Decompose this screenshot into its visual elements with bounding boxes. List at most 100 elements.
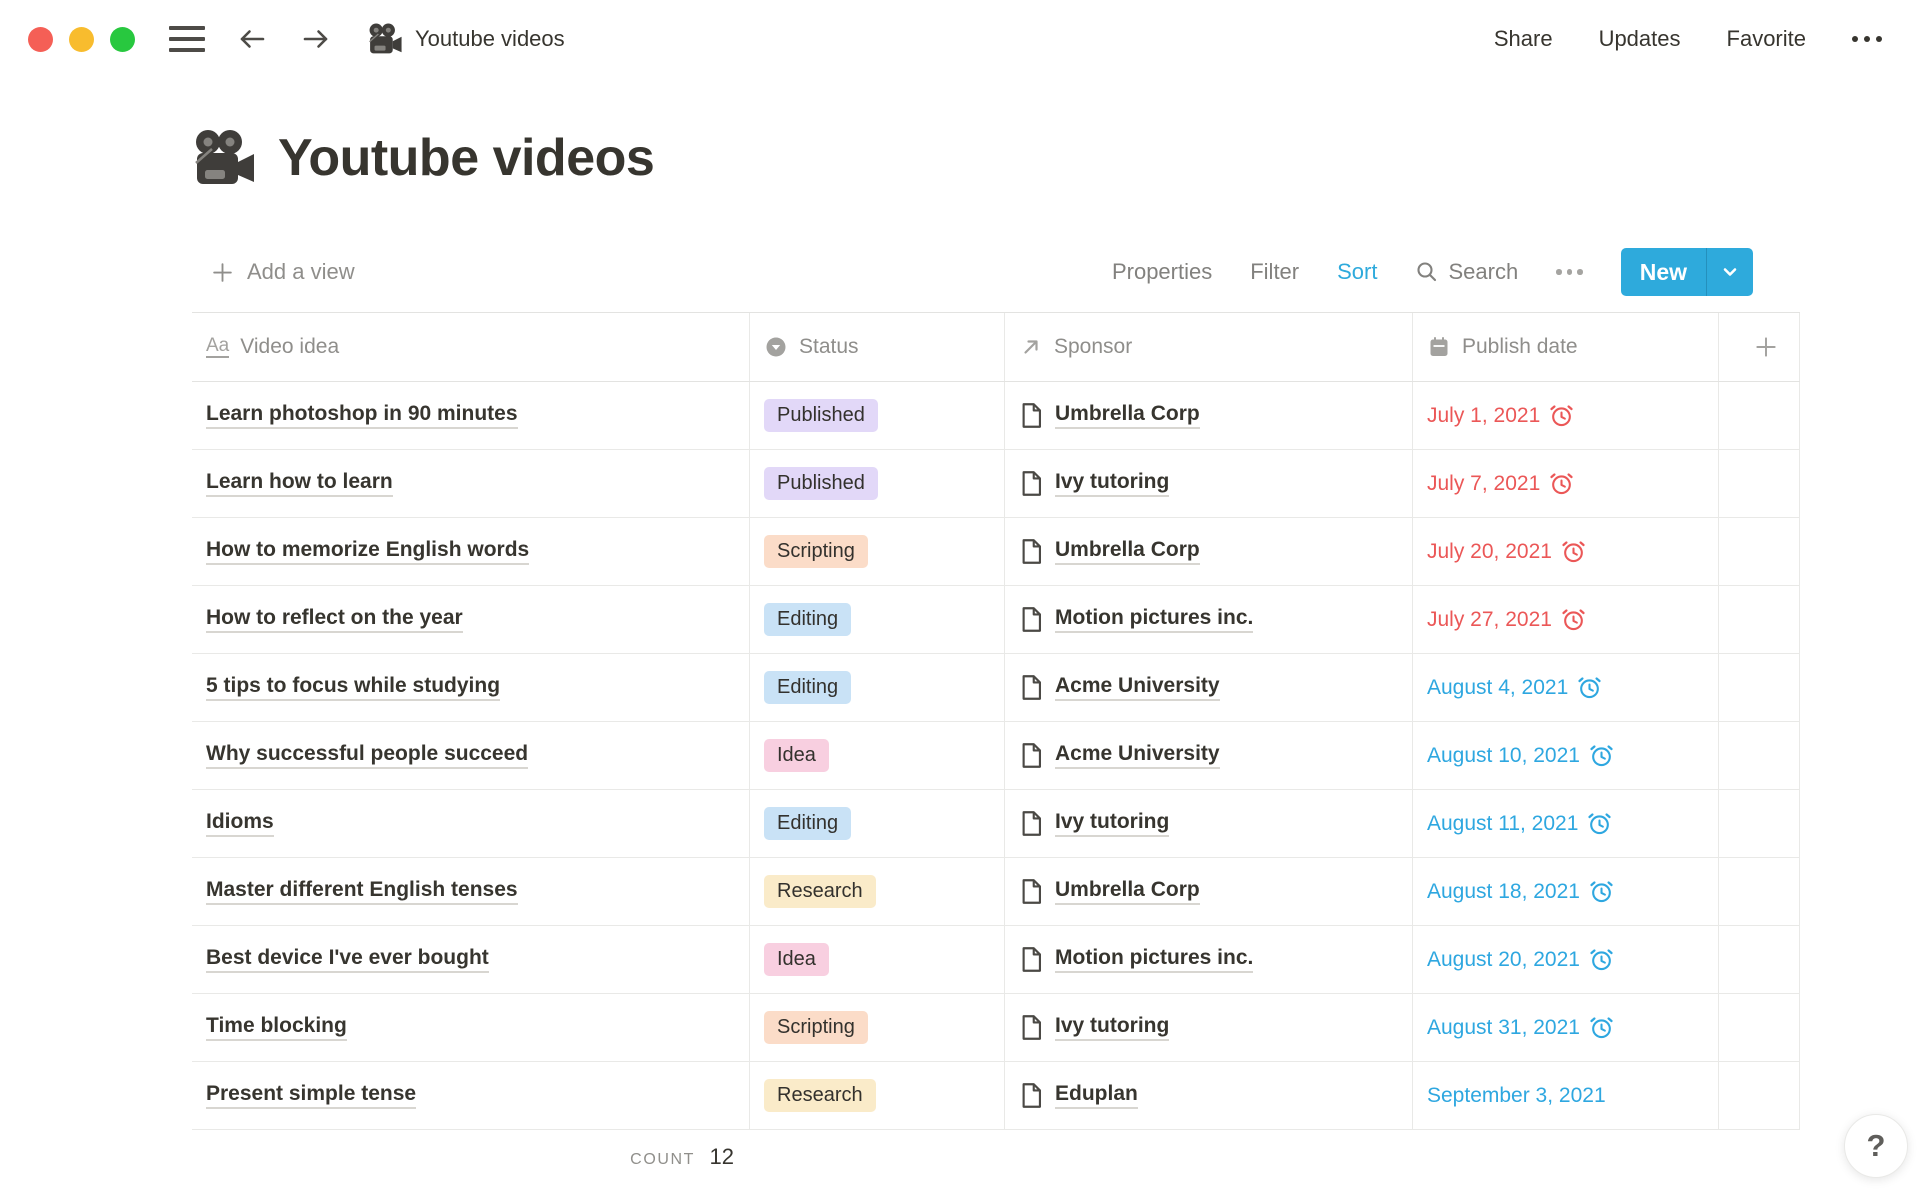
status-cell[interactable]: Scripting: [750, 994, 1005, 1061]
column-header-status[interactable]: Status: [750, 313, 1005, 381]
publish-date-cell[interactable]: August 20, 2021: [1413, 926, 1719, 993]
status-cell[interactable]: Editing: [750, 654, 1005, 721]
status-badge[interactable]: Published: [764, 467, 878, 500]
video-idea-cell[interactable]: Learn photoshop in 90 minutes: [192, 382, 750, 449]
close-window-button[interactable]: [28, 27, 53, 52]
status-badge[interactable]: Idea: [764, 943, 829, 976]
publish-date-value[interactable]: July 7, 2021: [1427, 471, 1574, 496]
publish-date-cell[interactable]: July 20, 2021: [1413, 518, 1719, 585]
status-cell[interactable]: Published: [750, 450, 1005, 517]
video-idea-link[interactable]: Time blocking: [206, 1014, 347, 1041]
status-cell[interactable]: Published: [750, 382, 1005, 449]
video-idea-link[interactable]: How to reflect on the year: [206, 606, 463, 633]
page-icon-movie-camera[interactable]: [192, 129, 256, 187]
publish-date-cell[interactable]: August 31, 2021: [1413, 994, 1719, 1061]
sponsor-cell[interactable]: Ivy tutoring: [1005, 994, 1413, 1061]
sponsor-cell[interactable]: Motion pictures inc.: [1005, 926, 1413, 993]
video-idea-link[interactable]: 5 tips to focus while studying: [206, 674, 500, 701]
status-cell[interactable]: Editing: [750, 790, 1005, 857]
filter-button[interactable]: Filter: [1250, 259, 1299, 285]
sponsor-link[interactable]: Motion pictures inc.: [1055, 946, 1253, 973]
publish-date-value[interactable]: August 20, 2021: [1427, 947, 1614, 972]
sponsor-link[interactable]: Umbrella Corp: [1055, 402, 1200, 429]
video-idea-cell[interactable]: Master different English tenses: [192, 858, 750, 925]
status-badge[interactable]: Published: [764, 399, 878, 432]
video-idea-cell[interactable]: Learn how to learn: [192, 450, 750, 517]
sponsor-link[interactable]: Motion pictures inc.: [1055, 606, 1253, 633]
status-cell[interactable]: Research: [750, 858, 1005, 925]
publish-date-value[interactable]: September 3, 2021: [1427, 1084, 1606, 1108]
help-button[interactable]: ?: [1844, 1114, 1908, 1178]
video-idea-link[interactable]: Best device I've ever bought: [206, 946, 489, 973]
count-footer[interactable]: COUNT 12: [192, 1130, 750, 1170]
video-idea-link[interactable]: Learn photoshop in 90 minutes: [206, 402, 518, 429]
publish-date-cell[interactable]: July 1, 2021: [1413, 382, 1719, 449]
column-header-publish-date[interactable]: Publish date: [1413, 313, 1719, 381]
video-idea-link[interactable]: Idioms: [206, 810, 274, 837]
video-idea-cell[interactable]: Best device I've ever bought: [192, 926, 750, 993]
sponsor-link[interactable]: Umbrella Corp: [1055, 538, 1200, 565]
sponsor-link[interactable]: Ivy tutoring: [1055, 810, 1169, 837]
breadcrumb-page-title[interactable]: Youtube videos: [415, 26, 565, 52]
video-idea-link[interactable]: Master different English tenses: [206, 878, 518, 905]
video-idea-cell[interactable]: Why successful people succeed: [192, 722, 750, 789]
publish-date-value[interactable]: July 1, 2021: [1427, 403, 1574, 428]
forward-button[interactable]: [299, 24, 333, 54]
publish-date-cell[interactable]: September 3, 2021: [1413, 1062, 1719, 1129]
add-view-button[interactable]: Add a view: [192, 259, 355, 285]
status-badge[interactable]: Scripting: [764, 1011, 868, 1044]
add-column-button[interactable]: [1719, 313, 1800, 381]
view-options-button[interactable]: [1556, 269, 1583, 275]
page-title[interactable]: Youtube videos: [278, 128, 654, 188]
video-idea-cell[interactable]: How to memorize English words: [192, 518, 750, 585]
video-idea-link[interactable]: How to memorize English words: [206, 538, 529, 565]
video-idea-link[interactable]: Why successful people succeed: [206, 742, 528, 769]
sponsor-cell[interactable]: Umbrella Corp: [1005, 518, 1413, 585]
new-dropdown-button[interactable]: [1706, 248, 1753, 296]
status-badge[interactable]: Research: [764, 1079, 876, 1112]
zoom-window-button[interactable]: [110, 27, 135, 52]
publish-date-value[interactable]: August 10, 2021: [1427, 743, 1614, 768]
status-badge[interactable]: Editing: [764, 671, 851, 704]
publish-date-value[interactable]: August 18, 2021: [1427, 879, 1614, 904]
favorite-button[interactable]: Favorite: [1727, 26, 1806, 52]
publish-date-value[interactable]: August 11, 2021: [1427, 811, 1612, 836]
updates-button[interactable]: Updates: [1599, 26, 1681, 52]
status-cell[interactable]: Research: [750, 1062, 1005, 1129]
status-badge[interactable]: Scripting: [764, 535, 868, 568]
sponsor-link[interactable]: Ivy tutoring: [1055, 1014, 1169, 1041]
sponsor-cell[interactable]: Umbrella Corp: [1005, 382, 1413, 449]
sponsor-link[interactable]: Umbrella Corp: [1055, 878, 1200, 905]
publish-date-cell[interactable]: August 4, 2021: [1413, 654, 1719, 721]
sponsor-link[interactable]: Acme University: [1055, 674, 1220, 701]
publish-date-cell[interactable]: August 10, 2021: [1413, 722, 1719, 789]
publish-date-value[interactable]: July 27, 2021: [1427, 607, 1586, 632]
more-options-button[interactable]: [1852, 36, 1882, 42]
back-button[interactable]: [235, 24, 269, 54]
video-idea-cell[interactable]: Present simple tense: [192, 1062, 750, 1129]
new-button[interactable]: New: [1621, 248, 1706, 296]
status-badge[interactable]: Idea: [764, 739, 829, 772]
minimize-window-button[interactable]: [69, 27, 94, 52]
sponsor-link[interactable]: Acme University: [1055, 742, 1220, 769]
publish-date-cell[interactable]: July 27, 2021: [1413, 586, 1719, 653]
status-cell[interactable]: Idea: [750, 722, 1005, 789]
share-button[interactable]: Share: [1494, 26, 1553, 52]
sponsor-cell[interactable]: Umbrella Corp: [1005, 858, 1413, 925]
status-badge[interactable]: Research: [764, 875, 876, 908]
sponsor-link[interactable]: Ivy tutoring: [1055, 470, 1169, 497]
publish-date-cell[interactable]: August 18, 2021: [1413, 858, 1719, 925]
sort-button[interactable]: Sort: [1337, 259, 1377, 285]
sponsor-cell[interactable]: Acme University: [1005, 654, 1413, 721]
video-idea-cell[interactable]: Time blocking: [192, 994, 750, 1061]
publish-date-cell[interactable]: July 7, 2021: [1413, 450, 1719, 517]
publish-date-value[interactable]: August 31, 2021: [1427, 1015, 1614, 1040]
video-idea-cell[interactable]: 5 tips to focus while studying: [192, 654, 750, 721]
sidebar-menu-icon[interactable]: [169, 26, 205, 52]
sponsor-cell[interactable]: Acme University: [1005, 722, 1413, 789]
status-badge[interactable]: Editing: [764, 807, 851, 840]
search-button[interactable]: Search: [1415, 259, 1518, 285]
video-idea-link[interactable]: Learn how to learn: [206, 470, 393, 497]
publish-date-value[interactable]: July 20, 2021: [1427, 539, 1586, 564]
sponsor-cell[interactable]: Eduplan: [1005, 1062, 1413, 1129]
